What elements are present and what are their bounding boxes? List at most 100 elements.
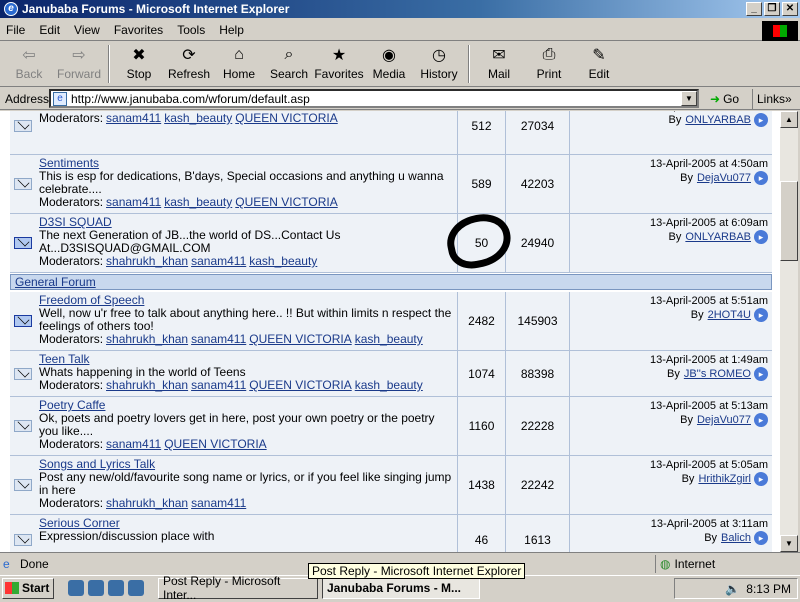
vertical-scrollbar[interactable]: ▲ ▼ [780, 111, 798, 552]
forum-status-cell [10, 351, 35, 396]
last-post-cell: 13-April-2005 at 5:05am By HrithikZgirl ▸ [570, 456, 772, 514]
history-button[interactable]: ◷ History [414, 43, 464, 85]
page-icon: e [53, 91, 67, 106]
media-icon: ◉ [382, 47, 396, 64]
edit-button[interactable]: ✎ Edit [574, 43, 624, 85]
moderator-link[interactable]: shahrukh_khan [106, 254, 188, 268]
scroll-up-button[interactable]: ▲ [780, 111, 798, 128]
ie-quicklaunch-icon[interactable] [68, 580, 84, 596]
back-button[interactable]: ⇦ Back [4, 43, 54, 85]
scroll-thumb[interactable] [780, 181, 798, 261]
last-poster-link[interactable]: 2HOT4U [708, 309, 751, 321]
desktop-quicklaunch-icon[interactable] [108, 580, 124, 596]
go-to-last-post-icon[interactable]: ▸ [754, 308, 768, 323]
topics-count: 1074 [458, 351, 506, 396]
task-janubaba-forums[interactable]: Janubaba Forums - M... [322, 577, 480, 599]
moderator-link[interactable]: QUEEN VICTORIA [249, 378, 351, 392]
address-input[interactable]: e http://www.janubaba.com/wforum/default… [49, 89, 699, 108]
moderator-link[interactable]: shahrukh_khan [106, 378, 188, 392]
refresh-button[interactable]: ⟳ Refresh [164, 43, 214, 85]
moderator-link[interactable]: QUEEN VICTORIA [164, 437, 266, 451]
home-button[interactable]: ⌂ Home [214, 43, 264, 85]
volume-icon[interactable]: 🔈 [725, 582, 740, 596]
forward-button[interactable]: ⇨ Forward [54, 43, 104, 85]
forum-info-cell: D3SI SQUAD The next Generation of JB...th… [35, 214, 458, 272]
address-dropdown-button[interactable]: ▼ [681, 91, 697, 106]
menu-help[interactable]: Help [219, 23, 244, 37]
moderator-link[interactable]: kash_beauty [355, 332, 423, 346]
moderator-link[interactable]: kash_beauty [164, 195, 232, 209]
menu-view[interactable]: View [74, 23, 100, 37]
moderator-link[interactable]: sanam411 [106, 195, 161, 209]
edit-icon: ✎ [592, 47, 606, 64]
last-poster-link[interactable]: DejaVu077 [697, 172, 751, 184]
go-to-last-post-icon[interactable]: ▸ [754, 171, 768, 186]
last-poster-link[interactable]: HrithikZgirl [698, 473, 751, 485]
quick-launch [68, 580, 144, 596]
go-to-last-post-icon[interactable]: ▸ [754, 367, 768, 382]
favorites-button[interactable]: ★ Favorites [314, 43, 364, 85]
moderator-link[interactable]: kash_beauty [164, 111, 232, 125]
forum-description: Post any new/old/favourite song name or … [39, 470, 452, 497]
mail-button[interactable]: ✉ Mail [474, 43, 524, 85]
task-label: Janubaba Forums - M... [327, 581, 462, 595]
stop-button[interactable]: ✖ Stop [114, 43, 164, 85]
moderator-link[interactable]: sanam411 [191, 496, 246, 510]
menu-edit[interactable]: Edit [39, 23, 60, 37]
moderators-label: Moderators: [39, 195, 104, 209]
close-button[interactable]: ✕ [782, 2, 798, 16]
moderator-link[interactable]: sanam411 [106, 437, 161, 451]
by-label: By [680, 414, 693, 426]
chevron-right-icon: » [785, 92, 792, 106]
no-new-posts-envelope-icon [13, 119, 32, 132]
last-poster-link[interactable]: ONLYARBAB [685, 231, 751, 243]
moderator-link[interactable]: sanam411 [106, 111, 161, 125]
toolbar: ⇦ Back ⇨ Forward ✖ Stop ⟳ Refresh ⌂ Home ⌕ Search ★ F… [0, 43, 800, 87]
moderator-link[interactable]: QUEEN VICTORIA [235, 111, 337, 125]
last-poster-link[interactable]: JB''s ROMEO [684, 368, 751, 380]
go-to-last-post-icon[interactable]: ▸ [754, 230, 768, 245]
start-button[interactable]: Start [2, 577, 54, 599]
search-button[interactable]: ⌕ Search [264, 43, 314, 85]
last-poster-link[interactable]: ONLYARBAB [685, 114, 751, 126]
moderator-link[interactable]: sanam411 [191, 378, 246, 392]
go-to-last-post-icon[interactable]: ▸ [754, 113, 768, 128]
go-button[interactable]: ➜ Go [710, 89, 739, 109]
moderator-link[interactable]: kash_beauty [249, 254, 317, 268]
menu-favorites[interactable]: Favorites [114, 23, 163, 37]
links-button[interactable]: Links » [752, 89, 792, 109]
minimize-button[interactable]: _ [746, 2, 762, 16]
go-to-last-post-icon[interactable]: ▸ [754, 413, 768, 428]
moderator-link[interactable]: sanam411 [191, 332, 246, 346]
no-new-posts-envelope-icon [13, 533, 32, 546]
last-post-by: By DejaVu077 ▸ [574, 171, 768, 186]
moderator-link[interactable]: shahrukh_khan [106, 496, 188, 510]
forum-row: Teen Talk Whats happening in the world of… [10, 351, 772, 397]
toolbar-label: Stop [126, 67, 152, 81]
moderator-link[interactable]: kash_beauty [355, 378, 423, 392]
maximize-button[interactable]: ❐ [764, 2, 780, 16]
no-new-posts-envelope-icon [13, 178, 32, 190]
category-header-link[interactable]: General Forum [10, 274, 772, 290]
media-button[interactable]: ◉ Media [364, 43, 414, 85]
last-post-by: By JB''s ROMEO ▸ [574, 367, 768, 382]
print-button[interactable]: ⎙ Print [524, 43, 574, 85]
scroll-down-button[interactable]: ▼ [780, 535, 798, 552]
toolbar-label: Refresh [167, 67, 211, 81]
moderator-link[interactable]: sanam411 [191, 254, 246, 268]
by-label: By [668, 114, 682, 126]
no-new-posts-envelope-icon [13, 367, 32, 380]
moderator-link[interactable]: QUEEN VICTORIA [249, 332, 351, 346]
go-to-last-post-icon[interactable]: ▸ [754, 531, 768, 546]
zone-label: Internet [674, 557, 716, 571]
moderator-link[interactable]: shahrukh_khan [106, 332, 188, 346]
moderator-link[interactable]: QUEEN VICTORIA [235, 195, 337, 209]
menu-tools[interactable]: Tools [177, 23, 205, 37]
task-post-reply[interactable]: Post Reply - Microsoft Inter... [158, 574, 318, 602]
outlook-quicklaunch-icon[interactable] [88, 580, 104, 596]
go-to-last-post-icon[interactable]: ▸ [754, 472, 768, 487]
menu-file[interactable]: File [6, 23, 25, 37]
last-poster-link[interactable]: DejaVu077 [697, 414, 751, 426]
media-quicklaunch-icon[interactable] [128, 580, 144, 596]
last-poster-link[interactable]: Balich [721, 532, 751, 544]
